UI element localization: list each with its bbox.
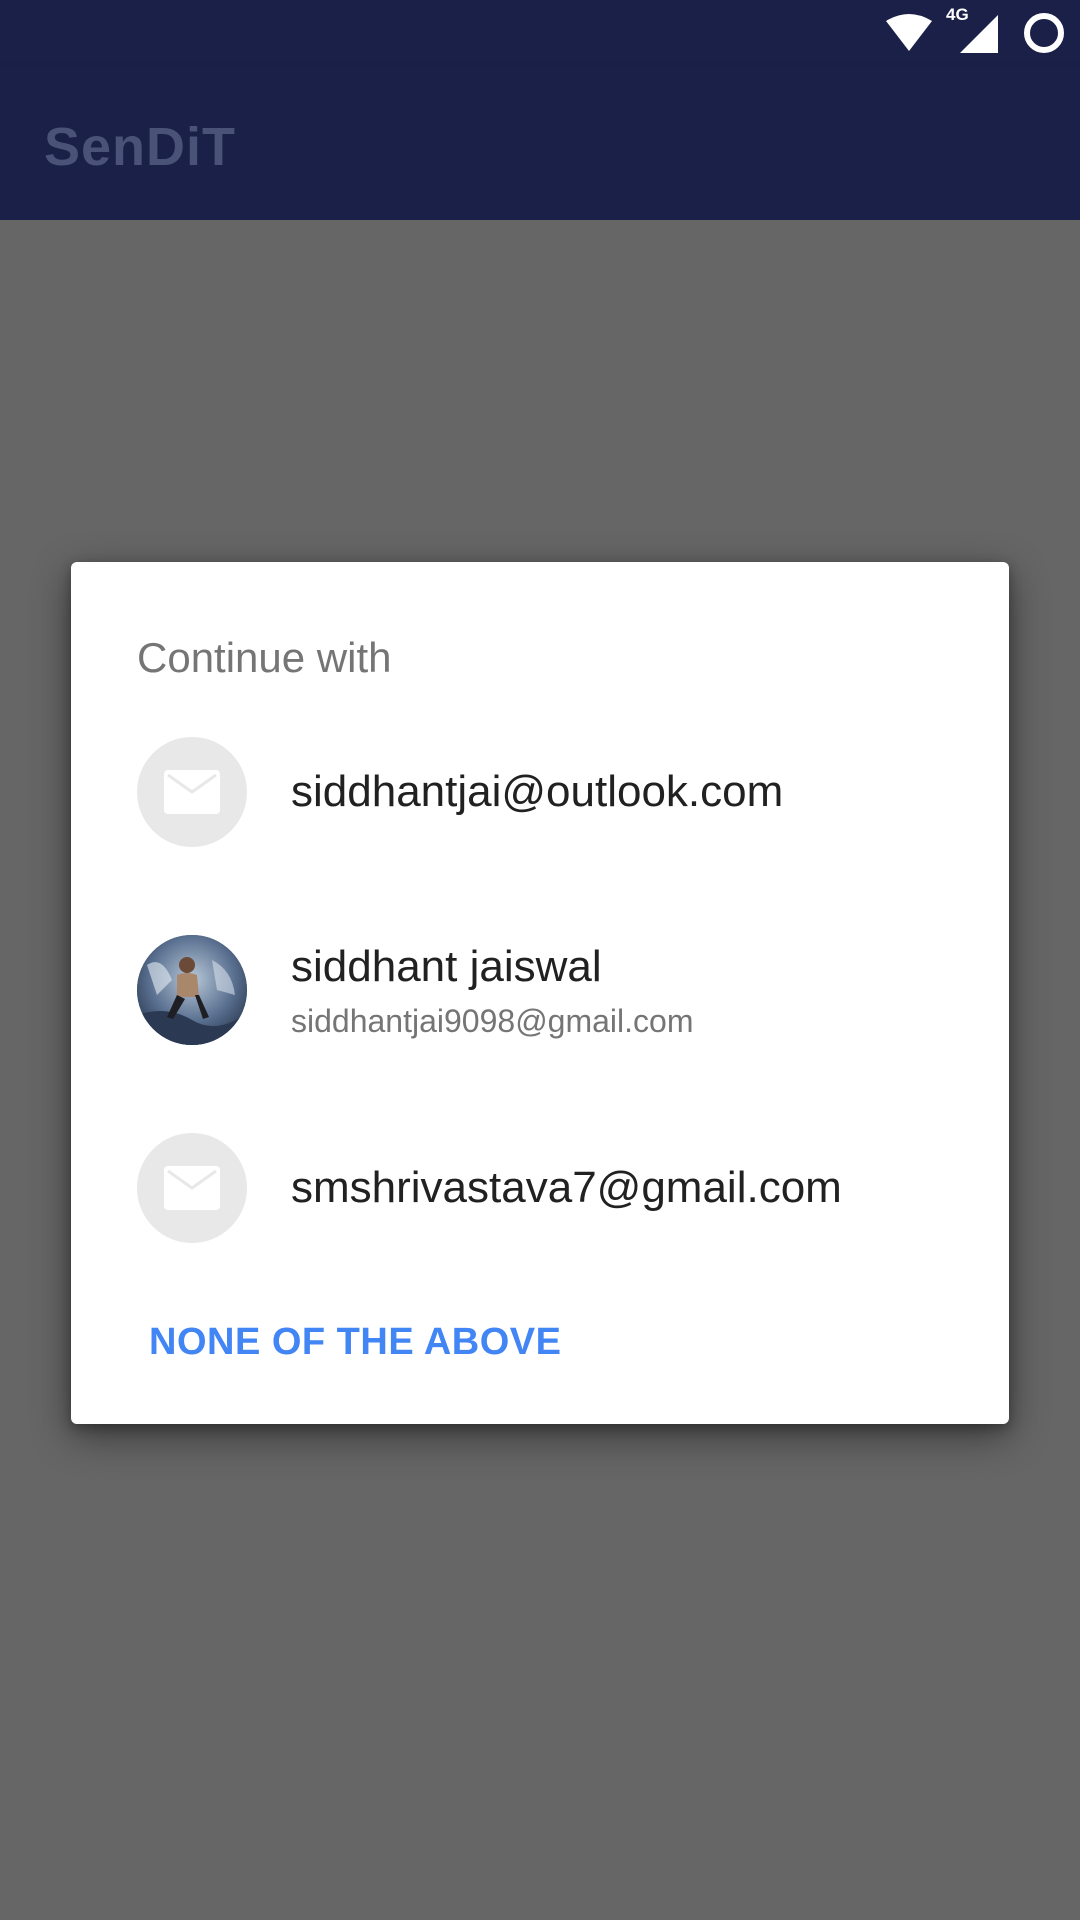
app-toolbar: SenDiT xyxy=(0,66,1080,220)
profile-photo-avatar xyxy=(137,935,247,1045)
battery-circle-icon xyxy=(1022,11,1066,55)
none-of-the-above-button[interactable]: NONE OF THE ABOVE xyxy=(137,1302,573,1382)
account-email: siddhantjai9098@gmail.com xyxy=(291,1003,694,1039)
status-icons: 4G xyxy=(884,5,1066,56)
account-email: siddhantjai@outlook.com xyxy=(291,767,784,816)
account-name: siddhant jaiswal xyxy=(291,942,602,991)
account-row-gmail-profile[interactable]: siddhant jaiswal siddhantjai9098@gmail.c… xyxy=(71,908,1009,1072)
app-title: SenDiT xyxy=(44,117,237,177)
status-bar: 4G xyxy=(0,0,1080,66)
network-type-label: 4G xyxy=(946,5,969,24)
account-row-gmail[interactable]: smshrivastava7@gmail.com xyxy=(71,1106,1009,1270)
account-avatar xyxy=(137,1133,247,1243)
account-email: smshrivastava7@gmail.com xyxy=(291,1163,842,1212)
account-avatar xyxy=(137,737,247,847)
mail-icon xyxy=(164,1166,220,1215)
account-picker-dialog: Continue with siddhantjai@outlook.com si… xyxy=(71,562,1009,1424)
mail-icon xyxy=(164,770,220,819)
wifi-icon xyxy=(884,13,934,53)
profile-photo xyxy=(137,935,247,1045)
signal-4g-icon: 4G xyxy=(946,5,1000,55)
dialog-title: Continue with xyxy=(137,634,392,681)
account-row-outlook[interactable]: siddhantjai@outlook.com xyxy=(71,710,1009,874)
